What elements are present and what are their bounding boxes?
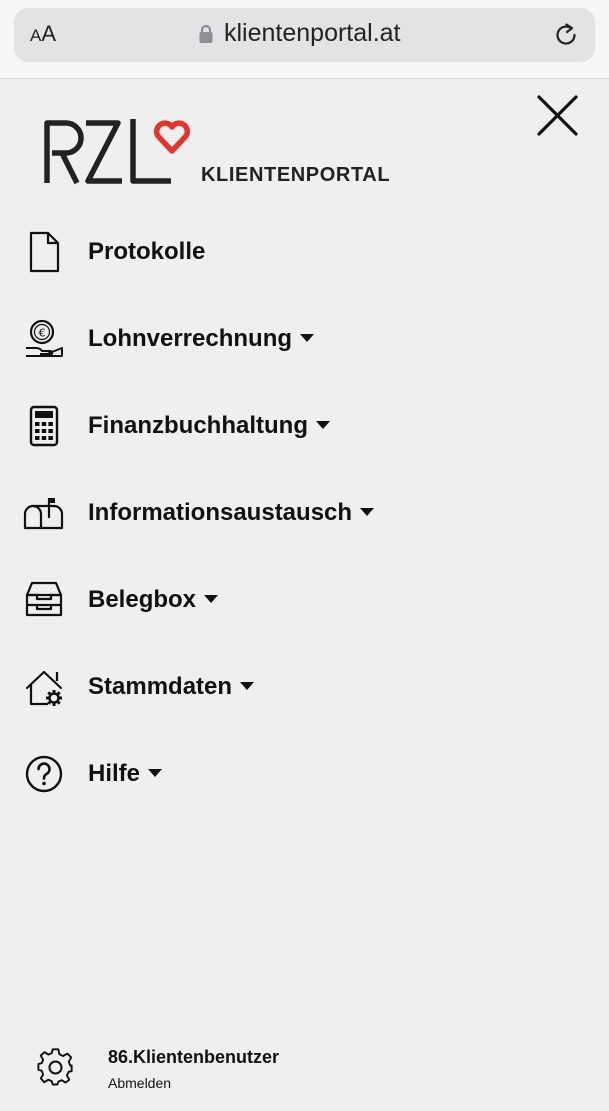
reload-icon[interactable] <box>552 21 580 49</box>
house-gear-icon <box>25 670 63 706</box>
close-icon[interactable] <box>534 93 580 139</box>
chevron-down-icon <box>240 681 255 690</box>
menu-item-label: Lohnverrechnung <box>88 325 293 352</box>
chevron-down-icon <box>148 768 163 777</box>
menu-item-label: Finanzbuchhaltung <box>88 412 308 439</box>
svg-text:€: € <box>39 327 46 340</box>
euro-coin-hand-icon: € <box>26 319 63 357</box>
mailbox-icon <box>23 498 64 530</box>
chevron-down-icon <box>360 507 375 516</box>
menu-item-label: Protokolle <box>88 238 206 265</box>
user-footer: 86.Klientenbenutzer Abmelden <box>0 1036 609 1111</box>
menu-item-finanzbuchhaltung[interactable]: Finanzbuchhaltung <box>0 390 609 460</box>
username: 86.Klientenbenutzer <box>108 1047 280 1067</box>
menu-item-label: Stammdaten <box>88 673 233 700</box>
chevron-down-icon <box>315 420 330 429</box>
url-text: klientenportal.at <box>224 19 401 47</box>
menu-item-hilfe[interactable]: Hilfe <box>0 738 609 808</box>
browser-address-bar: AA klientenportal.at <box>0 0 609 79</box>
document-icon <box>29 231 60 273</box>
rzl-logo <box>44 119 191 185</box>
menu-item-label: Hilfe <box>88 760 141 787</box>
gear-icon[interactable] <box>36 1048 76 1088</box>
menu-item-protokolle[interactable]: Protokolle <box>0 216 609 286</box>
logout-link[interactable]: Abmelden <box>108 1075 171 1091</box>
menu-item-label: Belegbox <box>88 586 197 613</box>
inbox-tray-icon <box>25 581 63 617</box>
text-size-button[interactable]: AA <box>30 21 56 47</box>
question-circle-icon <box>25 755 63 793</box>
menu-item-belegbox[interactable]: Belegbox <box>0 564 609 634</box>
chevron-down-icon <box>300 333 315 342</box>
calculator-icon <box>29 405 59 447</box>
chevron-down-icon <box>204 594 219 603</box>
menu-item-stammdaten[interactable]: Stammdaten <box>0 651 609 721</box>
menu-item-label: Informationsaustausch <box>88 499 353 526</box>
menu-item-informationsaustausch[interactable]: Informationsaustausch <box>0 477 609 547</box>
url-field[interactable]: AA klientenportal.at <box>14 8 595 62</box>
menu-item-lohnverrechnung[interactable]: € Lohnverrechnung <box>0 303 609 373</box>
lock-icon <box>199 24 213 43</box>
logo-subtitle: KLIENTENPORTAL <box>201 164 391 186</box>
